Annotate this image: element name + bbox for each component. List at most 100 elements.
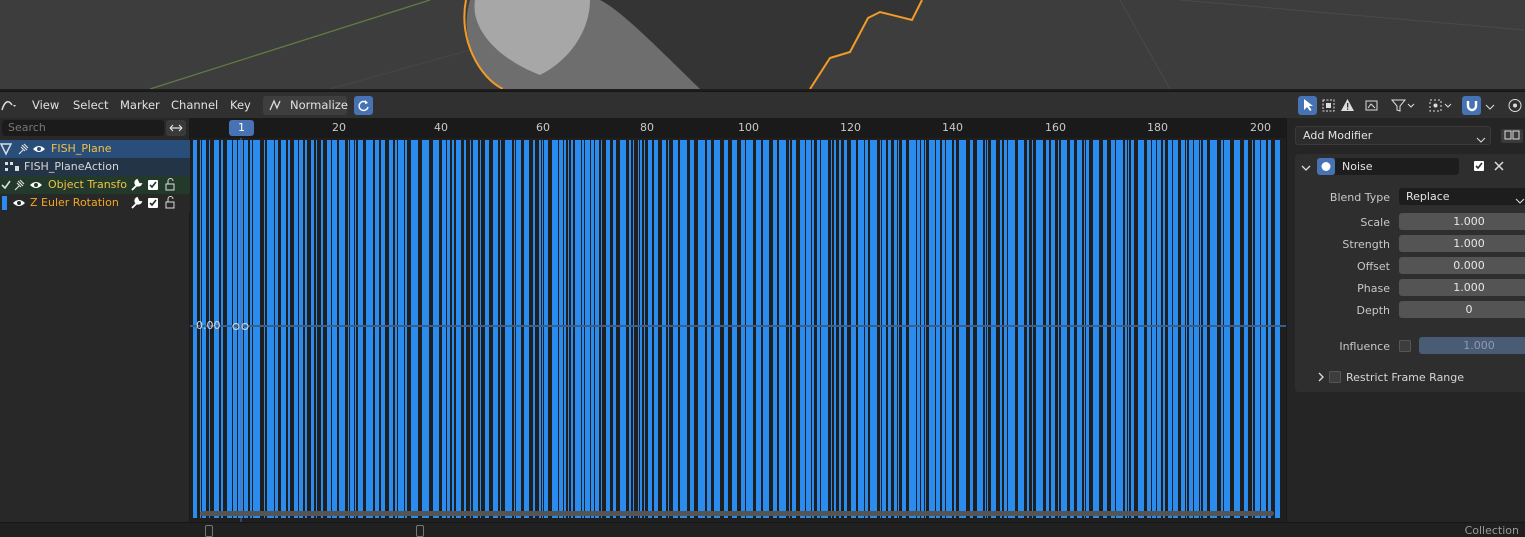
curve-stripe: [902, 140, 906, 518]
cursor-handle-icon[interactable]: [232, 321, 250, 334]
restrict-frame-range-label: Restrict Frame Range: [1346, 371, 1465, 384]
curve-stripe: [1194, 140, 1199, 518]
menu-marker[interactable]: Marker: [120, 97, 160, 114]
frame-ruler[interactable]: 1 20 40 60 80 100 120 140 160 180 200: [190, 118, 1286, 138]
scrollbar-handle[interactable]: [205, 525, 213, 537]
tick-label: 20: [332, 121, 346, 134]
curve-stripe: [959, 140, 966, 518]
curve-stripe: [582, 140, 584, 518]
noise-curve[interactable]: [190, 138, 1286, 522]
copy-icon[interactable]: [1499, 127, 1525, 146]
restrict-checkbox[interactable]: [1329, 371, 1341, 386]
pivot-icon[interactable]: [1428, 98, 1456, 116]
graph-area[interactable]: 1 20 40 60 80 100 120 140 160 180 200 0.…: [190, 118, 1286, 522]
scrollbar-handle[interactable]: [416, 525, 424, 537]
fcurve-name: Z Euler Rotation: [30, 196, 119, 209]
chevron-down-icon[interactable]: [1301, 162, 1311, 175]
curve-stripe: [894, 140, 897, 518]
menu-select[interactable]: Select: [73, 97, 108, 114]
warning-icon[interactable]: [1340, 98, 1355, 116]
channel-fcurve-row[interactable]: Z Euler Rotation: [0, 194, 190, 212]
curve-stripe: [698, 140, 705, 518]
snap-button[interactable]: [1462, 96, 1481, 115]
curve-stripe: [1027, 140, 1029, 518]
curve-stripe: [1255, 140, 1260, 518]
curve-stripe: [613, 140, 616, 518]
close-icon[interactable]: [1493, 160, 1505, 175]
status-bar: Collection: [0, 522, 1525, 537]
curve-stripe: [514, 140, 515, 518]
status-text: Collection: [1464, 524, 1519, 537]
curve-stripe: [763, 140, 769, 518]
curve-stripe: [464, 140, 466, 518]
eye-icon[interactable]: [12, 197, 26, 215]
curve-stripe: [1032, 140, 1033, 518]
influence-field[interactable]: 1.000: [1419, 337, 1525, 354]
box-select-icon[interactable]: [1321, 98, 1336, 116]
curve-stripe: [1221, 140, 1223, 518]
menu-channel[interactable]: Channel: [171, 97, 218, 114]
curve-stripe: [389, 140, 393, 518]
curve-stripe: [1125, 140, 1127, 518]
curve-stripe: [925, 140, 926, 518]
curve-stripe: [648, 140, 652, 518]
curve-stripe: [456, 140, 461, 518]
curve-stripe: [724, 140, 728, 518]
menu-view[interactable]: View: [32, 97, 59, 114]
swap-button[interactable]: [166, 120, 186, 136]
curve-stripe: [539, 140, 541, 518]
curve-stripe: [524, 140, 529, 518]
chevron-right-icon[interactable]: [1317, 372, 1325, 385]
curve-stripe: [1173, 140, 1178, 518]
chevron-down-icon: [1476, 132, 1486, 149]
view-icon[interactable]: [1364, 98, 1379, 116]
curve-stripe: [250, 140, 252, 518]
curve-stripe: [542, 140, 543, 518]
curve-stripe: [858, 140, 864, 518]
curve-stripe: [1061, 140, 1067, 518]
curve-stripe: [591, 140, 594, 518]
3d-viewport[interactable]: [0, 0, 1525, 89]
channel-group-row[interactable]: Object Transfo: [0, 176, 190, 194]
horizontal-scrollbar[interactable]: [200, 511, 1274, 516]
curve-stripe: [533, 140, 535, 518]
blend-type-dropdown[interactable]: Replace: [1399, 188, 1525, 205]
depth-field[interactable]: 0: [1399, 301, 1525, 318]
curve-stripe: [629, 140, 631, 518]
wrench-icon[interactable]: [130, 196, 143, 216]
curve-stripe: [264, 140, 265, 518]
curve-stripe: [1181, 140, 1185, 518]
curve-stripe: [1268, 140, 1271, 518]
phase-field[interactable]: 1.000: [1399, 279, 1525, 296]
checkbox-icon[interactable]: [147, 197, 159, 215]
channel-search-input[interactable]: Search: [2, 120, 164, 136]
curve-stripe: [500, 140, 501, 518]
curve-stripe: [792, 140, 796, 518]
menu-key[interactable]: Key: [230, 97, 251, 114]
curve-stripe: [470, 140, 471, 518]
auto-normalize-button[interactable]: [354, 96, 373, 115]
curve-stripe: [1116, 140, 1123, 518]
enabled-checkbox[interactable]: [1473, 160, 1485, 175]
influence-checkbox[interactable]: [1399, 340, 1411, 355]
proportional-edit-icon[interactable]: [1506, 98, 1525, 116]
strength-field[interactable]: 1.000: [1399, 235, 1525, 252]
current-frame-indicator[interactable]: 1: [229, 120, 254, 136]
editor-type-icon[interactable]: [0, 97, 18, 114]
snap-dropdown-icon[interactable]: [1485, 101, 1495, 114]
channel-object-row[interactable]: FISH_Plane: [0, 140, 190, 158]
curve-stripe: [1138, 140, 1144, 518]
channel-action-row[interactable]: FISH_PlaneAction: [0, 158, 190, 176]
normalize-button[interactable]: Normalize: [263, 96, 348, 115]
curve-stripe: [741, 140, 745, 518]
scale-field[interactable]: 1.000: [1399, 213, 1525, 230]
curve-stripe: [332, 140, 337, 518]
curve-stripe: [1163, 140, 1165, 518]
filter-icon[interactable]: [1390, 98, 1415, 116]
add-modifier-dropdown[interactable]: Add Modifier: [1295, 126, 1491, 145]
lock-icon[interactable]: [164, 196, 178, 216]
tick-label: 40: [434, 121, 448, 134]
offset-field[interactable]: 0.000: [1399, 257, 1525, 274]
select-mode-button[interactable]: [1298, 96, 1317, 115]
modifier-name-field[interactable]: Noise: [1335, 158, 1459, 175]
